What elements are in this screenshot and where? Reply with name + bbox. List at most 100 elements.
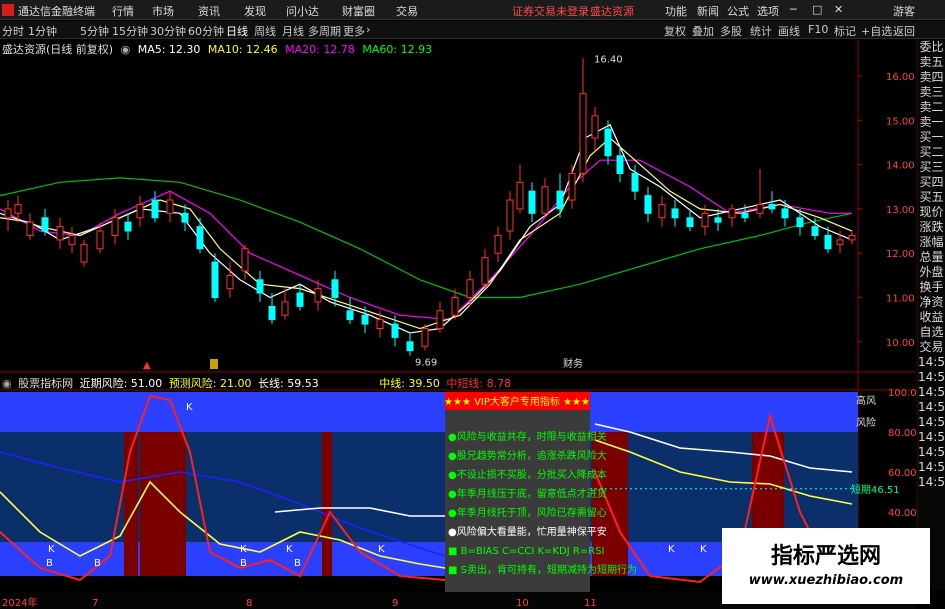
candle-body	[824, 234, 832, 250]
candle-body	[181, 212, 189, 223]
price-tick-label: 10.00	[886, 338, 915, 349]
candle-body	[314, 288, 322, 303]
candle-body	[26, 221, 34, 236]
candle-body	[556, 190, 564, 210]
b-mark: B	[94, 558, 101, 569]
candle-body	[591, 115, 599, 139]
candle-body	[346, 310, 354, 321]
candle-body	[56, 226, 64, 241]
vip-line: ●风险偏大看量能，忙用量神保平安	[448, 525, 607, 538]
side-item[interactable]: 14:5	[918, 430, 945, 445]
candle-body	[781, 208, 789, 219]
candle-body	[136, 203, 144, 219]
kline-chart[interactable]: 16.00 15.00 14.00 13.00 12.00 11.00 10.00 16.40…	[0, 0, 945, 609]
candle-body	[124, 221, 132, 232]
side-item[interactable]: 换手	[918, 280, 945, 295]
candle-body	[406, 341, 414, 352]
vip-title: ★★★ VIP大客户专用指标 ★★★	[444, 395, 590, 408]
candle-body	[14, 203, 22, 214]
side-item[interactable]: 卖五	[918, 55, 945, 70]
candle-body	[268, 305, 276, 321]
side-item[interactable]: 涨跌	[918, 220, 945, 235]
indicator-settings-icon[interactable]: ◉	[2, 377, 12, 390]
candle-body	[701, 212, 709, 228]
candle-body	[421, 328, 429, 347]
side-item[interactable]: 14:5	[918, 385, 945, 400]
k-mark: K	[378, 544, 385, 555]
side-item[interactable]: 14:5	[918, 460, 945, 475]
side-item[interactable]: 买二	[918, 145, 945, 160]
candle-body	[466, 279, 474, 298]
indicator-tick-label: 40.00	[888, 508, 917, 519]
predict-risk-label: 预测风险: 21.00	[168, 377, 252, 390]
reference-label: 短期46.51	[851, 483, 900, 496]
indicator-tick-label: 100.0	[888, 388, 917, 399]
price-tick-label: 15.00	[886, 116, 915, 127]
candle-body	[604, 128, 612, 157]
candle-body	[671, 208, 679, 219]
vip-line: ●股兄趋势常分析，追涨杀跌风险大	[448, 449, 607, 462]
candle-body	[579, 93, 587, 174]
near-risk-label: 近期风险: 51.00	[79, 377, 163, 390]
side-item[interactable]: 14:5	[918, 445, 945, 460]
side-item[interactable]: 14:5	[918, 370, 945, 385]
side-item[interactable]: 买一	[918, 130, 945, 145]
side-item[interactable]: 买四	[918, 175, 945, 190]
risk-band-mid	[0, 432, 445, 542]
candle-body	[541, 186, 549, 214]
side-item[interactable]: 14:5	[918, 415, 945, 430]
side-item[interactable]: 卖四	[918, 70, 945, 85]
candle-body	[331, 279, 339, 298]
price-tick-label: 14.00	[886, 161, 915, 172]
risk-zone-bar	[322, 432, 332, 576]
side-item[interactable]: 总量	[918, 250, 945, 265]
candle-body	[196, 226, 204, 250]
watermark-badge: 指标严选网 www.xuezhibiao.com	[722, 528, 930, 604]
candle-body	[241, 248, 249, 272]
candle-body	[68, 234, 76, 245]
long-line-label: 长线: 59.53	[258, 377, 319, 390]
k-mark: K	[186, 402, 193, 413]
candle-body	[111, 217, 119, 236]
watermark-url: www.xuezhibiao.com	[748, 573, 904, 588]
candle-body	[436, 310, 444, 330]
candle-body	[756, 203, 764, 214]
side-item[interactable]: 卖二	[918, 100, 945, 115]
side-item[interactable]: 收益	[918, 310, 945, 325]
side-label-high: 高风	[856, 394, 876, 407]
candle-body	[568, 172, 576, 201]
vip-line: ■ S卖出，肯可持有，短期减持为短期行为	[448, 563, 637, 576]
side-item[interactable]: 涨幅	[918, 235, 945, 250]
side-item[interactable]: 14:5	[918, 355, 945, 370]
side-item[interactable]: 14:5	[918, 400, 945, 415]
low-price-label: 9.69	[415, 358, 437, 369]
side-item[interactable]: 交易	[918, 340, 945, 355]
candle-body	[686, 217, 694, 228]
candle-body	[376, 319, 384, 330]
risk-zone-bar	[140, 432, 186, 576]
event-marker-icon: ▲	[143, 360, 151, 371]
side-item[interactable]: 买三	[918, 160, 945, 175]
side-item[interactable]: 卖一	[918, 115, 945, 130]
side-item[interactable]: 委比	[918, 40, 945, 55]
candle-body	[211, 261, 219, 298]
candle-body	[361, 314, 369, 325]
side-item[interactable]: 14:5	[918, 475, 945, 490]
candle-body	[631, 172, 639, 192]
candle-body	[848, 234, 856, 241]
date-label: 9	[392, 598, 398, 609]
side-item[interactable]: 现价	[918, 205, 945, 220]
date-label: 8	[246, 598, 252, 609]
mid-line-label: 中线: 39.50	[379, 377, 440, 390]
side-item[interactable]: 卖三	[918, 85, 945, 100]
indicator-tick-label: 80.00	[888, 428, 917, 439]
indicator-legend: ◉ 股票指标网 近期风险: 51.00 预测风险: 21.00 长线: 59.5…	[2, 375, 514, 390]
candle-body	[481, 257, 489, 285]
side-item[interactable]: 买五	[918, 190, 945, 205]
side-item[interactable]: 净资	[918, 295, 945, 310]
side-item[interactable]: 自选	[918, 325, 945, 340]
candle-body	[41, 217, 49, 232]
date-label: 2024年	[2, 596, 37, 609]
side-item[interactable]: 外盘	[918, 265, 945, 280]
candle-body	[281, 301, 289, 316]
